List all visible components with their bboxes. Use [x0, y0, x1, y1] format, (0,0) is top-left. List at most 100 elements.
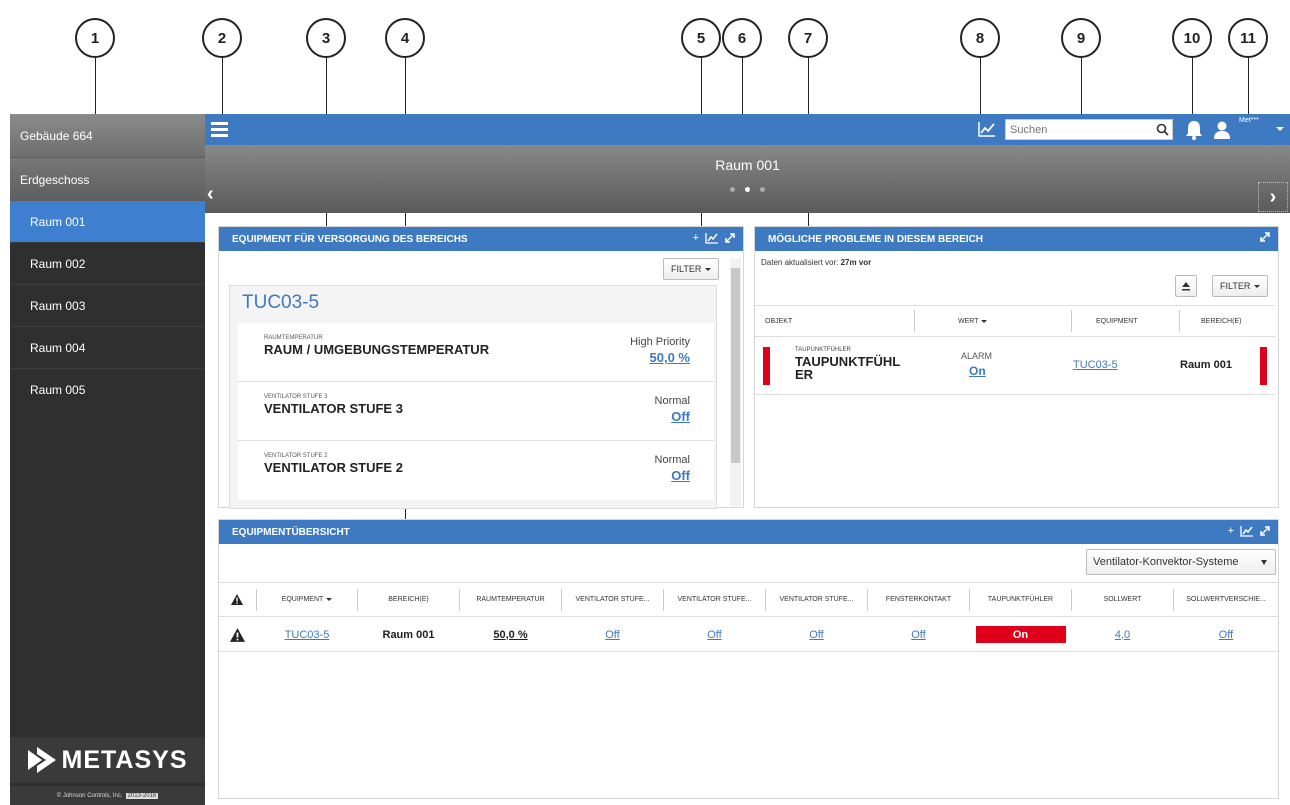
copyright-text: © Johnson Controls, Inc. [56, 792, 123, 799]
setpoint-shift-value[interactable]: Off [1174, 618, 1278, 651]
column-header-dewpoint[interactable]: TAUPUNKTFÜHLER [970, 583, 1071, 616]
room-temp-value[interactable]: 50,0 % [460, 618, 561, 651]
metasys-logo: METASYS [10, 737, 205, 783]
bell-icon[interactable] [1184, 119, 1204, 141]
callout-2: 2 [202, 18, 242, 58]
sidebar-item-raum-002[interactable]: Raum 002 [10, 243, 205, 285]
column-header-value-label: WERT [958, 318, 979, 325]
column-header-fan-2[interactable]: VENTILATOR STUFE... [664, 583, 765, 616]
callout-5: 5 [681, 18, 721, 58]
point-value[interactable]: Off [671, 468, 690, 483]
table-header: OBJEKT WERT EQUIPMENT BEREICH(E) [755, 305, 1275, 337]
sidebar-floor[interactable]: Erdgeschoss [10, 158, 205, 201]
sidebar-item-raum-003[interactable]: Raum 003 [10, 285, 205, 327]
add-trend-button[interactable]: + [1228, 525, 1234, 537]
menu-icon[interactable] [211, 122, 228, 137]
column-header-room-temp[interactable]: RAUMTEMPERATUR [460, 583, 561, 616]
expand-icon[interactable] [725, 233, 735, 243]
window-contact-value[interactable]: Off [868, 618, 969, 651]
trend-icon[interactable] [977, 120, 997, 138]
column-header-fan-1[interactable]: VENTILATOR STUFE... [562, 583, 663, 616]
fan-3-value[interactable]: Off [766, 618, 867, 651]
list-item[interactable]: VENTILATOR STUFE 3 VENTILATOR STUFE 3 No… [238, 382, 714, 441]
column-header-fan-3[interactable]: VENTILATOR STUFE... [766, 583, 867, 616]
alarm-badge[interactable]: On [975, 626, 1066, 643]
caret-down-icon [1254, 284, 1261, 288]
list-item[interactable]: RAUMTEMPERATUR RAUM / UMGEBUNGSTEMPERATU… [238, 323, 714, 382]
search-box [1005, 119, 1173, 140]
search-input[interactable] [1006, 120, 1151, 140]
column-header-window-contact[interactable]: FENSTERKONTAKT [868, 583, 969, 616]
column-header-area[interactable]: BEREICH(E) [358, 583, 459, 616]
sort-caret-icon [981, 320, 988, 323]
equipment-link[interactable]: TUC03-5 [1073, 359, 1118, 371]
filter-label: FILTER [1220, 281, 1251, 291]
equipment-serving-panel: EQUIPMENT FÜR VERSORGUNG DES BEREICHS + … [218, 226, 744, 509]
column-separator [1071, 310, 1072, 332]
column-header-setpoint[interactable]: SOLLWERT [1072, 583, 1173, 616]
chevron-down-icon[interactable] [1276, 127, 1284, 131]
equipment-type-value: Ventilator-Konvektor-Systeme [1093, 556, 1239, 568]
setpoint-value[interactable]: 4,0 [1072, 618, 1173, 651]
scrollbar[interactable] [730, 258, 741, 506]
download-button[interactable] [1175, 275, 1197, 297]
sidebar-item-raum-001[interactable]: Raum 001 [10, 201, 205, 243]
page-dot-active[interactable] [745, 187, 750, 192]
alarm-indicator [763, 347, 770, 385]
point-short-name: RAUMTEMPERATUR [264, 335, 323, 341]
metasys-logo-text: METASYS [61, 745, 188, 774]
user-icon[interactable] [1213, 120, 1231, 140]
equipment-link-text[interactable]: TUC03-5 [285, 629, 330, 641]
point-value[interactable]: 50,0 % [650, 350, 690, 365]
column-header-value[interactable]: WERT [958, 306, 988, 337]
column-header-setpoint-shift[interactable]: SOLLWERTVERSCHIE... [1174, 583, 1278, 616]
callout-10: 10 [1172, 18, 1212, 58]
fan-2-value-text[interactable]: Off [707, 629, 721, 641]
warning-icon[interactable] [227, 583, 247, 616]
caret-down-icon [705, 267, 712, 271]
sidebar-item-raum-005[interactable]: Raum 005 [10, 369, 205, 411]
column-header-equipment[interactable]: EQUIPMENT [1096, 306, 1138, 337]
scrollbar-thumb[interactable] [731, 268, 740, 463]
add-trend-button[interactable]: + [693, 232, 699, 244]
column-header-object[interactable]: OBJEKT [765, 306, 792, 337]
fan-2-value[interactable]: Off [664, 618, 765, 651]
chevron-right-icon[interactable]: › [1258, 182, 1288, 212]
possible-problems-panel: MÖGLICHE PROBLEME IN DIESEM BEREICH Date… [754, 226, 1279, 508]
fan-1-value[interactable]: Off [562, 618, 663, 651]
expand-icon[interactable] [1260, 526, 1270, 536]
page-dot[interactable] [760, 187, 765, 192]
search-icon[interactable] [1156, 123, 1169, 136]
page-dot[interactable] [730, 187, 735, 192]
column-header-equipment[interactable]: EQUIPMENT [257, 583, 357, 616]
equipment-link[interactable]: TUC03-5 [257, 618, 357, 651]
setpoint-shift-value-text[interactable]: Off [1219, 629, 1233, 641]
sidebar-item-raum-004[interactable]: Raum 004 [10, 327, 205, 369]
column-separator [914, 310, 915, 332]
metasys-logo-icon [27, 747, 56, 773]
equipment-card-title[interactable]: TUC03-5 [230, 286, 716, 319]
object-value[interactable]: On [969, 364, 986, 378]
setpoint-value-text[interactable]: 4,0 [1115, 629, 1130, 641]
sidebar-building[interactable]: Gebäude 664 [10, 114, 205, 158]
table-row[interactable]: TUC03-5 Raum 001 50,0 % Off Off Off Off … [219, 618, 1278, 652]
point-value[interactable]: Off [671, 409, 690, 424]
chevron-left-icon[interactable]: ‹ [207, 183, 214, 206]
expand-icon[interactable] [1260, 232, 1270, 242]
user-name[interactable]: Met*** [1239, 117, 1259, 124]
filter-button[interactable]: FILTER [663, 258, 720, 280]
window-contact-value-text[interactable]: Off [911, 629, 925, 641]
equipment-type-select[interactable]: Ventilator-Konvektor-Systeme [1086, 549, 1276, 575]
trend-icon[interactable] [1240, 525, 1254, 537]
list-item[interactable]: VENTILATOR STUFE 2 VENTILATOR STUFE 2 No… [238, 441, 714, 500]
filter-button[interactable]: FILTER [1212, 275, 1269, 297]
callout-6: 6 [722, 18, 762, 58]
fan-3-value-text[interactable]: Off [809, 629, 823, 641]
data-updated-label: Daten aktualisiert vor: [761, 258, 839, 267]
dewpoint-value[interactable]: On [970, 618, 1071, 651]
panel-header: EQUIPMENT FÜR VERSORGUNG DES BEREICHS + [219, 227, 743, 251]
fan-1-value-text[interactable]: Off [605, 629, 619, 641]
column-header-area[interactable]: BEREICH(E) [1201, 306, 1241, 337]
trend-icon[interactable] [705, 232, 719, 244]
table-row[interactable]: TAUPUNKTFÜHLER TAUPUNKTFÜHL ER ALARM On … [755, 339, 1275, 395]
